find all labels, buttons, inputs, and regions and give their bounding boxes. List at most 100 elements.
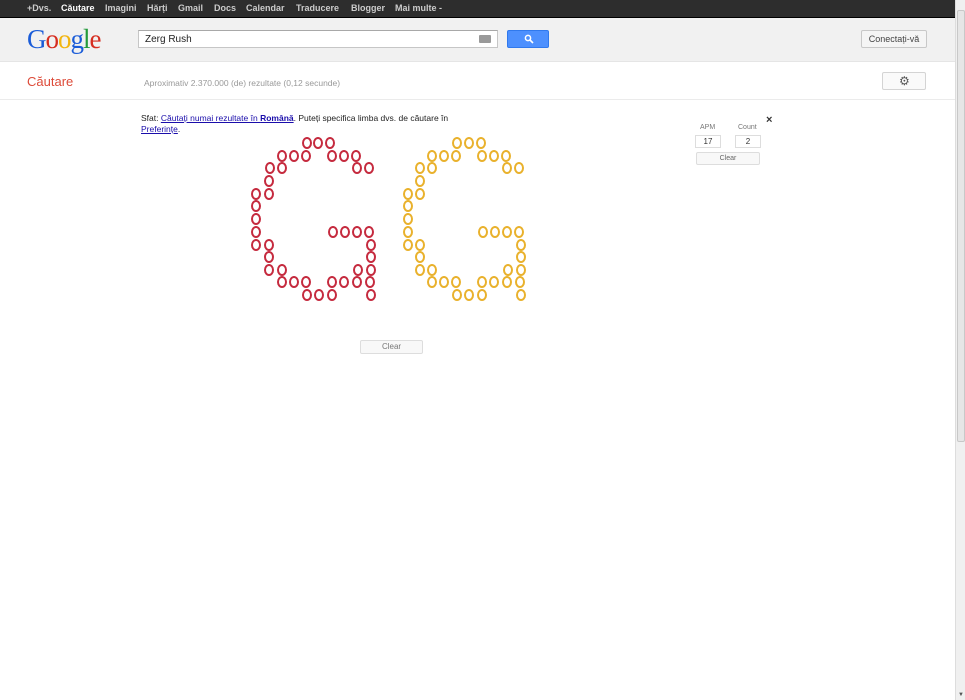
red-zerg-unit[interactable] <box>251 200 261 212</box>
red-zerg-unit[interactable] <box>277 162 287 174</box>
yellow-zerg-unit[interactable] <box>403 200 413 212</box>
yellow-zerg-unit[interactable] <box>439 276 449 288</box>
red-zerg-unit[interactable] <box>264 264 274 276</box>
red-zerg-unit[interactable] <box>277 150 287 162</box>
yellow-zerg-unit[interactable] <box>514 162 524 174</box>
red-zerg-unit[interactable] <box>366 264 376 276</box>
yellow-zerg-unit[interactable] <box>477 289 487 301</box>
yellow-zerg-unit[interactable] <box>427 276 437 288</box>
yellow-zerg-unit[interactable] <box>501 150 511 162</box>
red-zerg-unit[interactable] <box>313 137 323 149</box>
google-logo[interactable]: Google <box>27 24 101 54</box>
red-zerg-unit[interactable] <box>302 137 312 149</box>
red-zerg-unit[interactable] <box>340 226 350 238</box>
yellow-zerg-unit[interactable] <box>502 162 512 174</box>
signin-button[interactable]: Conectați-vă <box>861 30 927 48</box>
red-zerg-unit[interactable] <box>339 150 349 162</box>
yellow-zerg-unit[interactable] <box>415 175 425 187</box>
nav-item-2[interactable]: Imagini <box>105 3 137 13</box>
yellow-zerg-unit[interactable] <box>515 276 525 288</box>
nav-item-0[interactable]: +Dvs. <box>27 3 51 13</box>
red-zerg-unit[interactable] <box>314 289 324 301</box>
red-zerg-unit[interactable] <box>264 239 274 251</box>
clear-button[interactable]: Clear <box>360 340 423 354</box>
yellow-zerg-unit[interactable] <box>502 276 512 288</box>
red-zerg-unit[interactable] <box>352 162 362 174</box>
preferences-link[interactable]: Preferințe <box>141 124 178 134</box>
yellow-zerg-unit[interactable] <box>489 276 499 288</box>
nav-item-8[interactable]: Blogger <box>351 3 385 13</box>
yellow-zerg-unit[interactable] <box>502 226 512 238</box>
red-zerg-unit[interactable] <box>289 276 299 288</box>
red-zerg-unit[interactable] <box>325 137 335 149</box>
yellow-zerg-unit[interactable] <box>403 226 413 238</box>
yellow-zerg-unit[interactable] <box>415 239 425 251</box>
red-zerg-unit[interactable] <box>352 226 362 238</box>
yellow-zerg-unit[interactable] <box>476 137 486 149</box>
yellow-zerg-unit[interactable] <box>403 213 413 225</box>
red-zerg-unit[interactable] <box>351 150 361 162</box>
yellow-zerg-unit[interactable] <box>516 264 526 276</box>
yellow-zerg-unit[interactable] <box>477 276 487 288</box>
red-zerg-unit[interactable] <box>327 276 337 288</box>
yellow-zerg-unit[interactable] <box>427 150 437 162</box>
yellow-zerg-unit[interactable] <box>403 239 413 251</box>
vertical-scrollbar[interactable]: ▼ <box>955 0 965 700</box>
keyboard-icon[interactable] <box>479 35 491 43</box>
yellow-zerg-unit[interactable] <box>516 239 526 251</box>
yellow-zerg-unit[interactable] <box>516 251 526 263</box>
yellow-zerg-unit[interactable] <box>452 289 462 301</box>
red-zerg-unit[interactable] <box>353 264 363 276</box>
yellow-zerg-unit[interactable] <box>489 150 499 162</box>
nav-item-1[interactable]: Căutare <box>61 3 95 13</box>
red-zerg-unit[interactable] <box>277 276 287 288</box>
nav-item-7[interactable]: Traducere <box>296 3 339 13</box>
nav-item-3[interactable]: Hărți <box>147 3 168 13</box>
yellow-zerg-unit[interactable] <box>415 162 425 174</box>
close-icon[interactable]: × <box>766 115 772 126</box>
red-zerg-unit[interactable] <box>264 188 274 200</box>
panel-clear-button[interactable]: Clear <box>696 152 760 165</box>
red-zerg-unit[interactable] <box>301 150 311 162</box>
red-zerg-unit[interactable] <box>327 150 337 162</box>
yellow-zerg-unit[interactable] <box>477 150 487 162</box>
nav-item-6[interactable]: Calendar <box>246 3 285 13</box>
red-zerg-unit[interactable] <box>301 276 311 288</box>
search-language-link[interactable]: Căutați numai rezultate în Română <box>161 113 294 123</box>
scroll-down-arrow-icon[interactable]: ▼ <box>957 691 965 699</box>
red-zerg-unit[interactable] <box>327 289 337 301</box>
settings-button[interactable]: ⚙ <box>882 72 926 90</box>
yellow-zerg-unit[interactable] <box>403 188 413 200</box>
red-zerg-unit[interactable] <box>366 251 376 263</box>
red-zerg-unit[interactable] <box>251 213 261 225</box>
yellow-zerg-unit[interactable] <box>451 276 461 288</box>
yellow-zerg-unit[interactable] <box>490 226 500 238</box>
red-zerg-unit[interactable] <box>289 150 299 162</box>
yellow-zerg-unit[interactable] <box>415 188 425 200</box>
search-input[interactable] <box>145 32 465 46</box>
red-zerg-unit[interactable] <box>264 251 274 263</box>
nav-item-4[interactable]: Gmail <box>178 3 203 13</box>
red-zerg-unit[interactable] <box>251 188 261 200</box>
red-zerg-unit[interactable] <box>264 175 274 187</box>
red-zerg-unit[interactable] <box>364 226 374 238</box>
red-zerg-unit[interactable] <box>364 162 374 174</box>
yellow-zerg-unit[interactable] <box>439 150 449 162</box>
yellow-zerg-unit[interactable] <box>464 137 474 149</box>
yellow-zerg-unit[interactable] <box>514 226 524 238</box>
yellow-zerg-unit[interactable] <box>451 150 461 162</box>
yellow-zerg-unit[interactable] <box>516 289 526 301</box>
yellow-zerg-unit[interactable] <box>452 137 462 149</box>
red-zerg-unit[interactable] <box>366 239 376 251</box>
red-zerg-unit[interactable] <box>251 226 261 238</box>
red-zerg-unit[interactable] <box>366 289 376 301</box>
yellow-zerg-unit[interactable] <box>478 226 488 238</box>
red-zerg-unit[interactable] <box>277 264 287 276</box>
yellow-zerg-unit[interactable] <box>464 289 474 301</box>
scroll-thumb[interactable] <box>957 10 965 442</box>
red-zerg-unit[interactable] <box>339 276 349 288</box>
red-zerg-unit[interactable] <box>328 226 338 238</box>
red-zerg-unit[interactable] <box>352 276 362 288</box>
yellow-zerg-unit[interactable] <box>427 264 437 276</box>
search-box[interactable] <box>138 30 498 48</box>
